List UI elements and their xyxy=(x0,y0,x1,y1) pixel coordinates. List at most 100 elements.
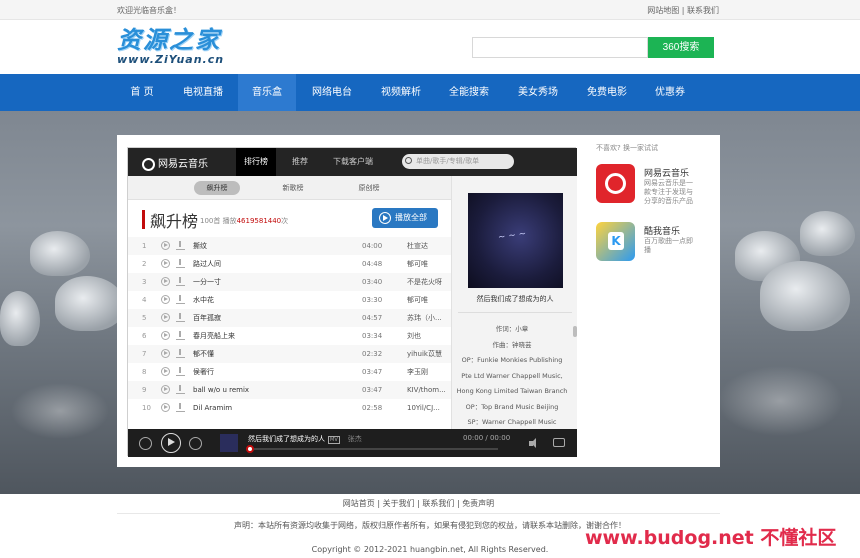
song-row[interactable]: 7 郁不懂 02:32 yihuik苡慧 xyxy=(128,345,451,363)
song-number: 9 xyxy=(142,386,147,394)
play-icon[interactable] xyxy=(161,277,170,286)
progress-knob[interactable] xyxy=(246,445,254,453)
subtab-new[interactable]: 新歌榜 xyxy=(270,181,316,195)
song-name: 侯奢行 xyxy=(193,368,214,376)
subtab-original[interactable]: 原创榜 xyxy=(346,181,392,195)
next-track-icon[interactable] xyxy=(189,437,202,450)
nav-item-beauty-show[interactable]: 美女秀场 xyxy=(508,74,568,111)
welcome-text: 欢迎光临音乐盒！ xyxy=(117,6,181,15)
lyric-line: 作曲：钟晓芸 xyxy=(492,340,532,349)
nav-item-coupons[interactable]: 优惠券 xyxy=(645,74,695,111)
contact-link[interactable]: 联系我们 xyxy=(687,6,719,15)
watermark: www.budog.net 不懂社区 xyxy=(585,527,837,549)
download-icon[interactable] xyxy=(176,313,185,322)
song-row[interactable]: 8 侯奢行 03:47 李玉刚 xyxy=(128,363,451,381)
song-artist[interactable]: yihuik苡慧 xyxy=(407,345,447,363)
list-title-accent xyxy=(142,210,145,229)
song-duration: 03:40 xyxy=(362,278,383,286)
song-artist[interactable]: 10Yil/CJ... xyxy=(407,399,447,417)
download-icon[interactable] xyxy=(176,385,185,394)
main-nav: 首 页 电视直播 音乐盒 网络电台 视频解析 全能搜索 美女秀场 免费电影 优惠… xyxy=(0,74,860,111)
background-bird xyxy=(0,291,40,346)
lyrics-scrollbar[interactable] xyxy=(573,326,577,337)
sitemap-link[interactable]: 网站地图 xyxy=(647,6,679,15)
nav-item-home[interactable]: 首 页 xyxy=(117,74,167,111)
song-row[interactable]: 4 水中花 03:30 郁可唯 xyxy=(128,291,451,309)
song-duration: 04:48 xyxy=(362,260,383,268)
divider xyxy=(458,312,572,313)
song-number: 2 xyxy=(142,260,147,268)
player-brand[interactable]: 网易云音乐 xyxy=(142,155,208,171)
app-netease-music[interactable]: 网易云音乐 网易云音乐是一款专注于发现与分享的音乐产品 xyxy=(596,164,711,209)
song-row[interactable]: 9 ball w/o u remix 03:47 KIV/thom... xyxy=(128,381,451,399)
song-artist[interactable]: 不是花火呀 xyxy=(407,273,447,291)
tab-charts[interactable]: 排行榜 xyxy=(236,148,276,176)
play-icon[interactable] xyxy=(161,259,170,268)
nav-item-radio[interactable]: 网络电台 xyxy=(302,74,362,111)
song-row[interactable]: 3 一分一寸 03:40 不是花火呀 xyxy=(128,273,451,291)
song-artist[interactable]: 刘也 xyxy=(407,327,447,345)
play-icon[interactable] xyxy=(161,313,170,322)
kuwo-music-icon: K xyxy=(596,222,635,261)
song-number: 7 xyxy=(142,350,147,358)
nav-item-tv-live[interactable]: 电视直播 xyxy=(173,74,233,111)
song-name: 百年孤寂 xyxy=(193,314,221,322)
song-artist[interactable]: 郁可唯 xyxy=(407,255,447,273)
song-artist[interactable]: 杜宣达 xyxy=(407,237,447,255)
play-icon[interactable] xyxy=(161,367,170,376)
play-icon[interactable] xyxy=(161,241,170,250)
mv-badge[interactable]: MV xyxy=(328,436,340,444)
download-icon[interactable] xyxy=(176,403,185,412)
subtab-soaring[interactable]: 飙升榜 xyxy=(194,181,240,195)
footer-link-contact[interactable]: 联系我们 xyxy=(422,499,454,508)
song-row[interactable]: 6 春月亮船上来 03:34 刘也 xyxy=(128,327,451,345)
footer-link-home[interactable]: 网站首页 xyxy=(343,499,375,508)
tab-recommend[interactable]: 推荐 xyxy=(292,148,308,176)
progress-bar[interactable] xyxy=(248,448,498,450)
tab-download-client[interactable]: 下载客户端 xyxy=(333,148,373,176)
download-icon[interactable] xyxy=(176,331,185,340)
song-row[interactable]: 10 Dil Aramim 02:58 10Yil/CJ... xyxy=(128,399,451,417)
lyrics[interactable]: 作词：小章 作曲：钟晓芸 OP：Funkie Monkies Publishin… xyxy=(452,322,572,431)
play-icon[interactable] xyxy=(161,385,170,394)
footer-link-disclaimer[interactable]: 免责声明 xyxy=(462,499,494,508)
song-artist[interactable]: 郁可唯 xyxy=(407,291,447,309)
song-number: 3 xyxy=(142,278,147,286)
play-icon[interactable] xyxy=(161,295,170,304)
nav-item-video-parse[interactable]: 视频解析 xyxy=(371,74,431,111)
song-artist[interactable]: 苏玮（小... xyxy=(407,309,447,327)
list-meta: 100首 播放4619581440次 xyxy=(200,216,288,226)
play-icon[interactable] xyxy=(161,403,170,412)
volume-cone-shape xyxy=(531,438,536,448)
song-row[interactable]: 1 撕纹 04:00 杜宣达 xyxy=(128,237,451,255)
download-icon[interactable] xyxy=(176,241,185,250)
site-search-input[interactable] xyxy=(472,37,648,58)
loop-mode-icon[interactable] xyxy=(553,438,565,447)
song-row[interactable]: 5 百年孤寂 04:57 苏玮（小... xyxy=(128,309,451,327)
song-artist[interactable]: 李玉刚 xyxy=(407,363,447,381)
download-icon[interactable] xyxy=(176,259,185,268)
site-search-button[interactable]: 360搜索 xyxy=(648,37,714,58)
download-icon[interactable] xyxy=(176,367,185,376)
song-row[interactable]: 2 路过人间 04:48 郁可唯 xyxy=(128,255,451,273)
player-search-input[interactable]: 单曲/歌手/专辑/歌单 xyxy=(402,154,514,169)
nav-item-free-movies[interactable]: 免费电影 xyxy=(577,74,637,111)
download-icon[interactable] xyxy=(176,349,185,358)
play-icon[interactable] xyxy=(161,349,170,358)
volume-icon[interactable] xyxy=(529,438,539,448)
play-pause-icon[interactable] xyxy=(161,433,181,453)
download-icon[interactable] xyxy=(176,277,185,286)
song-duration: 03:34 xyxy=(362,332,383,340)
app-kuwo-music[interactable]: K 酷我音乐 百万歌曲一点即播 xyxy=(596,222,711,267)
site-logo[interactable]: 资源之家 www.ZiYuan.cn xyxy=(117,28,224,67)
nav-item-music-box[interactable]: 音乐盒 xyxy=(238,74,296,111)
song-artist[interactable]: KIV/thom... xyxy=(407,381,447,399)
prev-track-icon[interactable] xyxy=(139,437,152,450)
nav-item-all-search[interactable]: 全能搜索 xyxy=(439,74,499,111)
play-icon[interactable] xyxy=(161,331,170,340)
footer-link-about[interactable]: 关于我们 xyxy=(383,499,415,508)
play-all-button[interactable]: 播放全部 xyxy=(372,208,438,228)
footer-artist[interactable]: 张杰 xyxy=(348,435,362,443)
now-playing-title: 然后我们成了想成为的人 xyxy=(476,295,554,303)
download-icon[interactable] xyxy=(176,295,185,304)
